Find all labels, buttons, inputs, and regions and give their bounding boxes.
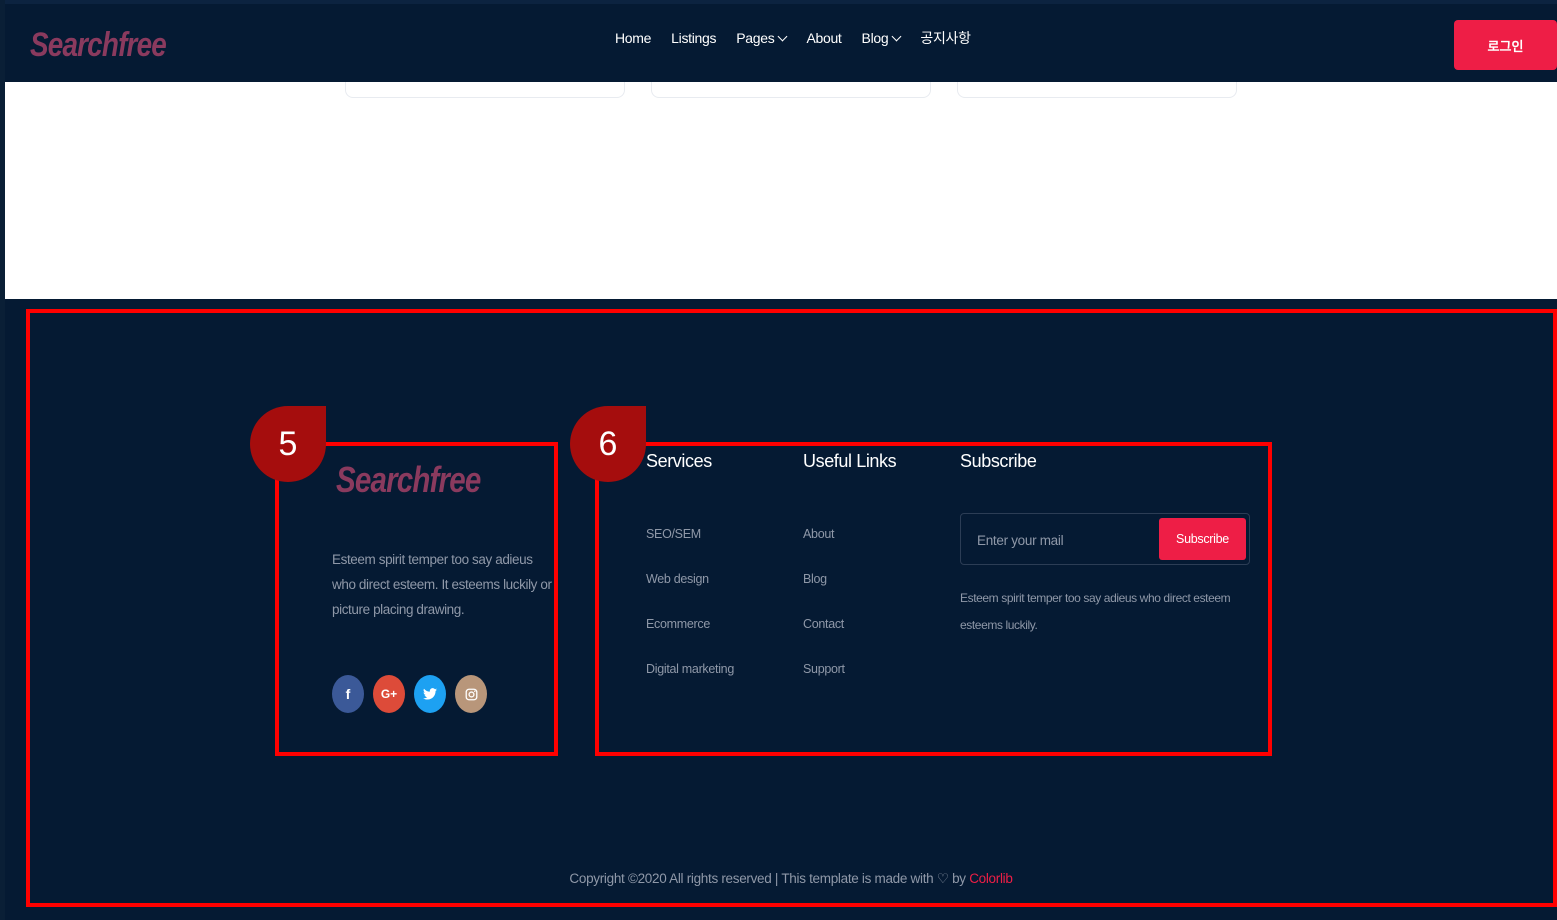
services-links: SEO/SEM Web design Ecommerce Digital mar… — [646, 527, 734, 707]
footer-link-contact[interactable]: Contact — [803, 617, 845, 662]
copyright-text: Copyright ©2020 All rights reserved | Th… — [5, 871, 1557, 887]
listing-card[interactable] — [957, 82, 1237, 98]
nav-notice-label: 공지사항 — [920, 30, 971, 46]
subscribe-form: Subscribe — [960, 513, 1250, 565]
nav-pages[interactable]: Pages — [736, 28, 788, 48]
nav-blog[interactable]: Blog — [861, 28, 902, 48]
nav-about-label: About — [806, 30, 842, 46]
useful-links-title: Useful Links — [803, 451, 897, 471]
subscribe-title: Subscribe — [960, 451, 1037, 471]
social-links: f G+ — [332, 675, 487, 713]
site-header: Searchfree Home Listings Pages About Blo… — [5, 0, 1557, 82]
step-marker-5: 5 — [250, 406, 326, 482]
services-title: Services — [646, 451, 712, 471]
nav-listings-label: Listings — [671, 30, 717, 46]
twitter-icon[interactable] — [414, 675, 446, 713]
footer-link-support[interactable]: Support — [803, 662, 845, 707]
nav-home-label: Home — [615, 30, 652, 46]
main-nav: Home Listings Pages About Blog 공지사항 — [615, 28, 971, 48]
footer-link-digital-marketing[interactable]: Digital marketing — [646, 662, 734, 707]
footer-description: Esteem spirit temper too say adieus who … — [332, 552, 552, 617]
footer-link-blog[interactable]: Blog — [803, 572, 845, 617]
nav-pages-label: Pages — [736, 30, 775, 46]
listing-card[interactable] — [651, 82, 931, 98]
footer-link-web-design[interactable]: Web design — [646, 572, 734, 617]
content-area — [5, 82, 1557, 299]
login-button[interactable]: 로그인 — [1454, 20, 1557, 70]
nav-about[interactable]: About — [806, 28, 841, 48]
step-marker-6: 6 — [570, 406, 646, 482]
nav-listings[interactable]: Listings — [671, 28, 716, 48]
instagram-icon[interactable] — [455, 675, 487, 713]
footer-link-about[interactable]: About — [803, 527, 845, 572]
footer-link-seo[interactable]: SEO/SEM — [646, 527, 734, 572]
facebook-icon[interactable]: f — [332, 675, 364, 713]
footer-logo[interactable]: Searchfree — [336, 459, 481, 501]
colorlib-link[interactable]: Colorlib — [969, 871, 1013, 886]
copyright-prefix: Copyright ©2020 All rights reserved | Th… — [569, 871, 934, 886]
chevron-down-icon — [777, 31, 788, 41]
subscribe-description: Esteem spirit temper too say adieus who … — [960, 591, 1231, 632]
footer-link-ecommerce[interactable]: Ecommerce — [646, 617, 734, 662]
heart-icon: ♡ — [936, 871, 949, 886]
nav-notice[interactable]: 공지사항 — [920, 28, 971, 48]
chevron-down-icon — [891, 31, 902, 41]
useful-links: About Blog Contact Support — [803, 527, 845, 707]
subscribe-button[interactable]: Subscribe — [1159, 518, 1246, 560]
nav-blog-label: Blog — [861, 30, 889, 46]
header-logo[interactable]: Searchfree — [30, 26, 167, 65]
copyright-by: by — [952, 871, 966, 886]
nav-home[interactable]: Home — [615, 28, 651, 48]
listing-card[interactable] — [345, 82, 625, 98]
google-plus-icon[interactable]: G+ — [373, 675, 405, 713]
email-input[interactable] — [962, 515, 1169, 565]
site-footer: 5 6 Searchfree Esteem spirit temper too … — [5, 299, 1557, 920]
